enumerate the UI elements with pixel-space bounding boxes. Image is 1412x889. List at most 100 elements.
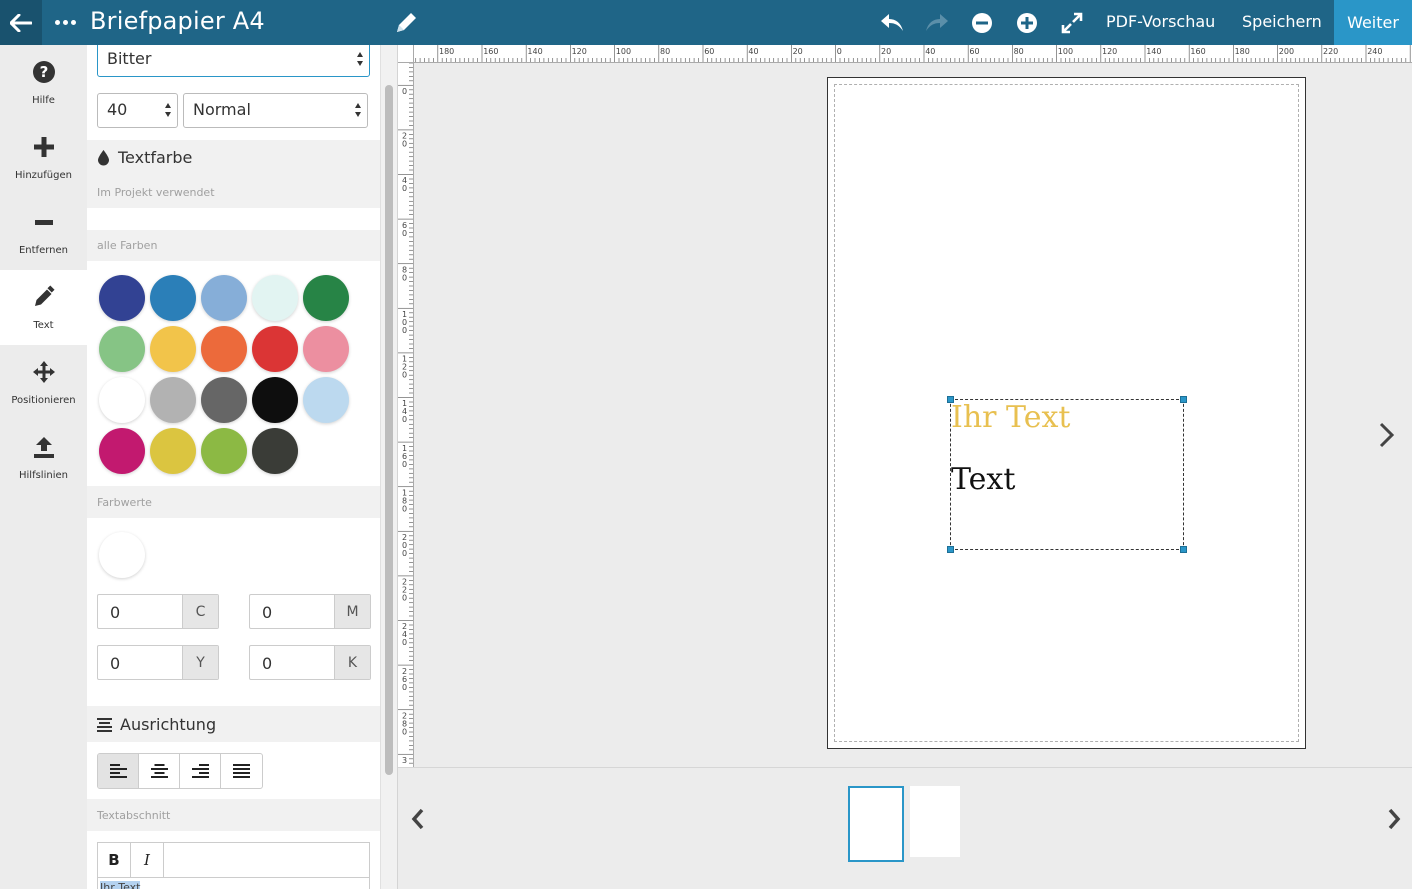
rename-button[interactable] bbox=[392, 9, 420, 37]
color-swatch[interactable] bbox=[252, 275, 298, 321]
font-size-select[interactable]: 40 bbox=[97, 93, 178, 128]
alignment-title: Ausrichtung bbox=[120, 715, 217, 734]
color-swatch[interactable] bbox=[150, 377, 196, 423]
align-justify-button[interactable] bbox=[221, 754, 262, 788]
color-swatch[interactable] bbox=[201, 428, 247, 474]
ruler-label: 0 bbox=[402, 504, 407, 513]
resize-handle-top-left[interactable] bbox=[947, 396, 954, 403]
page-thumbnail-1[interactable] bbox=[848, 786, 904, 862]
color-swatch[interactable] bbox=[303, 377, 349, 423]
zoom-in-button[interactable] bbox=[1013, 9, 1041, 37]
back-button[interactable] bbox=[0, 0, 42, 45]
alignment-heading: Ausrichtung bbox=[97, 715, 216, 734]
thumbs-prev-button[interactable] bbox=[408, 806, 428, 832]
font-weight-value: Normal bbox=[193, 100, 251, 119]
ruler-label: 240 bbox=[1367, 47, 1382, 56]
bold-button[interactable]: B bbox=[98, 843, 131, 877]
color-swatch[interactable] bbox=[99, 326, 145, 372]
color-swatch-grid bbox=[87, 261, 380, 486]
align-center-button[interactable] bbox=[139, 754, 180, 788]
ruler-label: 40 bbox=[925, 47, 935, 56]
magenta-value: 0 bbox=[262, 603, 273, 622]
rail-label: Text bbox=[33, 320, 54, 331]
resize-handle-bottom-right[interactable] bbox=[1180, 546, 1187, 553]
ruler-label: 120 bbox=[1102, 47, 1117, 56]
ruler-label: 0 bbox=[402, 594, 407, 603]
all-colors-label: alle Farben bbox=[97, 239, 158, 252]
color-swatch[interactable] bbox=[99, 377, 145, 423]
black-field[interactable]: 0 K bbox=[249, 645, 371, 680]
yellow-unit: Y bbox=[182, 646, 218, 679]
scrollbar-thumb[interactable] bbox=[385, 85, 393, 775]
ruler-label: 60 bbox=[969, 47, 979, 56]
color-swatch[interactable] bbox=[99, 428, 145, 474]
ruler-label: 0 bbox=[837, 47, 842, 56]
select-arrows-icon bbox=[357, 52, 364, 68]
rail-item-add[interactable]: Hinzufügen bbox=[0, 120, 87, 195]
fullscreen-button[interactable] bbox=[1058, 9, 1086, 37]
magenta-field[interactable]: 0 M bbox=[249, 594, 371, 629]
rail-label: Hinzufügen bbox=[15, 170, 72, 181]
text-line-body[interactable]: Text bbox=[951, 462, 1015, 497]
align-right-icon bbox=[191, 764, 209, 778]
rail-item-position[interactable]: Positionieren bbox=[0, 345, 87, 420]
ruler-label: 160 bbox=[483, 47, 498, 56]
color-swatch[interactable] bbox=[303, 275, 349, 321]
color-swatch[interactable] bbox=[150, 326, 196, 372]
ruler-label: 0 bbox=[402, 549, 407, 558]
ruler-label: 80 bbox=[1014, 47, 1024, 56]
selected-text-box[interactable]: Ihr Text Text bbox=[947, 396, 1187, 553]
color-swatch[interactable] bbox=[252, 326, 298, 372]
ruler-label: 3 bbox=[402, 756, 407, 765]
cyan-unit: C bbox=[182, 595, 218, 628]
zoom-out-button[interactable] bbox=[968, 9, 996, 37]
ruler-label: 0 bbox=[402, 140, 407, 149]
resize-handle-bottom-left[interactable] bbox=[947, 546, 954, 553]
ruler-label: 0 bbox=[402, 638, 407, 647]
font-weight-select[interactable]: Normal bbox=[183, 93, 368, 128]
color-swatch[interactable] bbox=[303, 326, 349, 372]
cyan-field[interactable]: 0 C bbox=[97, 594, 219, 629]
italic-button[interactable]: I bbox=[131, 843, 164, 877]
thumbs-next-button[interactable] bbox=[1384, 806, 1404, 832]
pdf-preview-button[interactable]: PDF-Vorschau bbox=[1106, 12, 1215, 31]
more-menu-button[interactable] bbox=[52, 10, 78, 34]
redo-button[interactable] bbox=[923, 9, 951, 37]
font-family-select[interactable]: Bitter bbox=[97, 45, 370, 77]
color-swatch[interactable] bbox=[252, 377, 298, 423]
rail-label: Hilfe bbox=[32, 95, 55, 106]
page-thumbnail-2[interactable] bbox=[910, 786, 960, 857]
rail-item-text[interactable]: Text bbox=[0, 270, 87, 345]
align-right-button[interactable] bbox=[180, 754, 221, 788]
color-swatch[interactable] bbox=[201, 377, 247, 423]
minus-icon bbox=[31, 209, 57, 235]
align-left-button[interactable] bbox=[98, 754, 139, 788]
ruler-label: 80 bbox=[660, 47, 670, 56]
color-swatch[interactable] bbox=[201, 326, 247, 372]
rail-item-remove[interactable]: Entfernen bbox=[0, 195, 87, 270]
save-button[interactable]: Speichern bbox=[1242, 12, 1322, 31]
ruler-label: 180 bbox=[439, 47, 454, 56]
rail-item-guides[interactable]: Hilfslinien bbox=[0, 420, 87, 495]
color-swatch[interactable] bbox=[150, 428, 196, 474]
yellow-field[interactable]: 0 Y bbox=[97, 645, 219, 680]
ruler-label: 40 bbox=[748, 47, 758, 56]
rail-item-help[interactable]: ? Hilfe bbox=[0, 45, 87, 120]
undo-button[interactable] bbox=[878, 9, 906, 37]
black-unit: K bbox=[334, 646, 370, 679]
resize-handle-top-right[interactable] bbox=[1180, 396, 1187, 403]
next-button[interactable]: Weiter bbox=[1334, 0, 1412, 45]
editor-content[interactable]: Ihr Text bbox=[98, 878, 369, 889]
align-icon bbox=[97, 717, 112, 732]
color-swatch[interactable] bbox=[150, 275, 196, 321]
text-line-heading[interactable]: Ihr Text bbox=[951, 400, 1070, 435]
ruler-label: 60 bbox=[704, 47, 714, 56]
color-swatch[interactable] bbox=[99, 275, 145, 321]
next-page-button[interactable] bbox=[1376, 420, 1398, 450]
color-swatch[interactable] bbox=[201, 275, 247, 321]
ruler-label: 120 bbox=[572, 47, 587, 56]
color-swatch[interactable] bbox=[252, 428, 298, 474]
panel-scrollbar[interactable] bbox=[380, 45, 397, 889]
page-thumbnail-strip bbox=[398, 767, 1412, 889]
upload-icon bbox=[31, 434, 57, 460]
